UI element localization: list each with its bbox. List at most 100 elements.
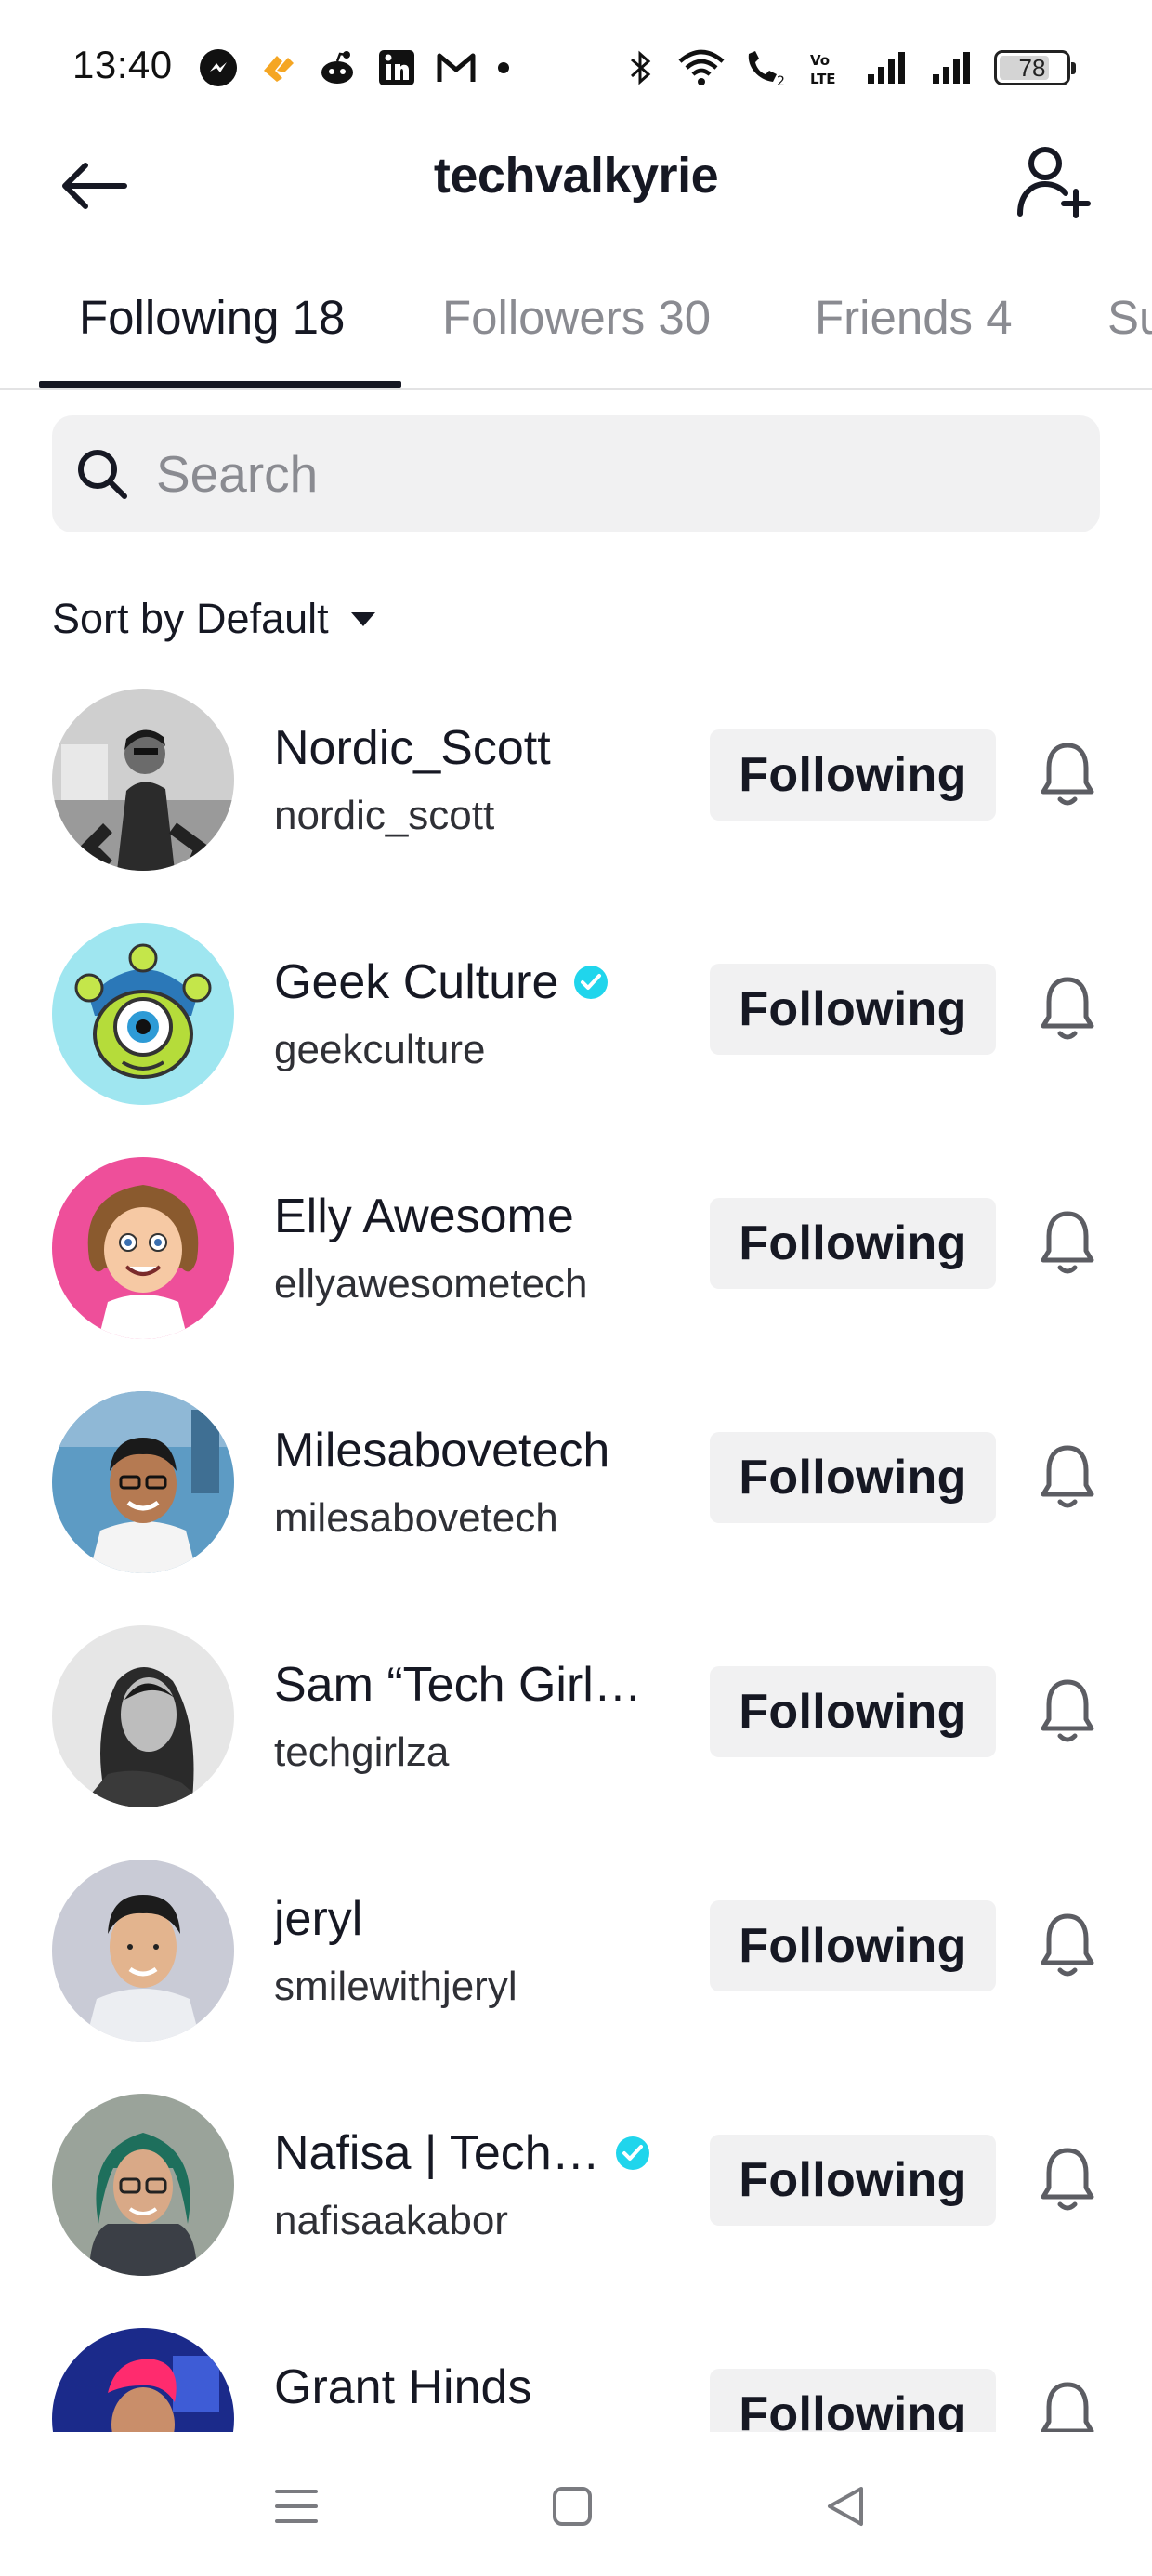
following-button[interactable]: Following [710, 2369, 996, 2432]
bell-icon [1041, 2148, 1094, 2211]
svg-text:2: 2 [777, 74, 785, 89]
list-item[interactable]: jeryl smilewithjeryl Following [0, 1854, 1152, 2088]
avatar[interactable] [52, 1860, 234, 2042]
signal-icon [929, 46, 979, 89]
username: milesabovetech [274, 1495, 558, 1541]
menu-icon [275, 2490, 318, 2523]
search-bar[interactable] [52, 415, 1100, 532]
battery-indicator: 78 [994, 50, 1076, 85]
active-tab-indicator [39, 381, 401, 388]
signal-icon [864, 46, 914, 89]
username: techgirlza [274, 1729, 450, 1775]
tab-friends[interactable]: Friends 4 [815, 290, 1013, 388]
list-item[interactable]: Grant Hinds Following [0, 2322, 1152, 2432]
display-name: Geek Culture [274, 955, 559, 1009]
tab-suggested[interactable]: Su [1107, 290, 1152, 388]
avatar[interactable] [52, 1157, 234, 1339]
list-item[interactable]: Milesabovetech milesabovetech Following [0, 1386, 1152, 1620]
list-item[interactable]: Sam “Tech Girl… techgirlza Following [0, 1620, 1152, 1854]
add-friend-button[interactable] [1003, 130, 1106, 232]
following-list: Nordic_Scott nordic_scott Following Geek… [0, 683, 1152, 2432]
search-icon [72, 444, 132, 504]
list-item[interactable]: Elly Awesome ellyawesometech Following [0, 1151, 1152, 1386]
name-line: jeryl [274, 1891, 362, 1947]
following-button[interactable]: Following [710, 964, 996, 1055]
name-line: Grant Hinds [274, 2359, 531, 2415]
caret-down-icon [350, 612, 375, 626]
avatar[interactable] [52, 689, 234, 871]
bell-icon [1041, 1913, 1094, 1977]
bell-icon [1041, 743, 1094, 806]
name-line: Milesabovetech [274, 1423, 609, 1479]
display-name: Nafisa | Tech… [274, 2126, 600, 2180]
notification-bell-button[interactable] [1028, 1203, 1107, 1283]
following-button[interactable]: Following [710, 1432, 996, 1523]
avatar[interactable] [52, 2328, 234, 2432]
notification-bell-button[interactable] [1028, 969, 1107, 1049]
list-item[interactable]: Nafisa | Tech… nafisaakabor Following [0, 2088, 1152, 2322]
back-triangle-icon [828, 2487, 863, 2526]
name-line: Sam “Tech Girl… [274, 1657, 642, 1713]
tab-following[interactable]: Following 18 [79, 290, 345, 388]
display-name: Nordic_Scott [274, 721, 551, 775]
dot-icon [494, 46, 513, 89]
linkedin-icon [375, 46, 418, 89]
bell-icon [1041, 1211, 1094, 1274]
following-button[interactable]: Following [710, 1198, 996, 1289]
following-button[interactable]: Following [710, 729, 996, 821]
recent-apps-button[interactable] [259, 2469, 334, 2543]
add-person-icon [1017, 147, 1091, 218]
display-name: Grant Hinds [274, 2360, 532, 2414]
system-back-button[interactable] [808, 2469, 883, 2543]
notification-bell-button[interactable] [1028, 735, 1107, 815]
display-name: Sam “Tech Girl… [274, 1658, 642, 1712]
name-line: Geek Culture [274, 954, 609, 1010]
notification-bell-button[interactable] [1028, 1438, 1107, 1518]
wifi-calling-icon: 2 [741, 46, 792, 89]
header: techvalkyrie [0, 130, 1152, 269]
notification-bell-button[interactable] [1028, 1906, 1107, 1986]
tab-followers[interactable]: Followers 30 [442, 290, 711, 388]
display-name: Milesabovetech [274, 1424, 610, 1478]
avatar[interactable] [52, 1391, 234, 1573]
notification-bell-button[interactable] [1028, 1672, 1107, 1752]
list-item[interactable]: Nordic_Scott nordic_scott Following [0, 683, 1152, 917]
display-name: Elly Awesome [274, 1189, 574, 1243]
home-button[interactable] [535, 2469, 609, 2543]
bell-icon [1041, 977, 1094, 1040]
svg-text:LTE: LTE [810, 71, 836, 87]
avatar[interactable] [52, 2094, 234, 2276]
display-name: jeryl [274, 1892, 363, 1946]
username: ellyawesometech [274, 1261, 588, 1307]
username: smilewithjeryl [274, 1964, 517, 2009]
list-item[interactable]: Geek Culture geekculture Following [0, 917, 1152, 1151]
gmail-icon [435, 46, 478, 89]
bell-icon [1041, 2382, 1094, 2432]
bell-icon [1041, 1445, 1094, 1508]
username: geekculture [274, 1027, 486, 1072]
sort-label: Sort by Default [52, 595, 329, 642]
search-input[interactable] [156, 444, 992, 504]
username: nordic_scott [274, 793, 495, 838]
avatar[interactable] [52, 1625, 234, 1807]
system-navigation-bar [0, 2432, 1152, 2576]
sort-dropdown[interactable]: Sort by Default [52, 595, 377, 643]
status-bar: 13:40 2 Vo LTE 78 [0, 0, 1152, 130]
messenger-icon [197, 46, 240, 89]
system-icons: 2 Vo LTE 78 [619, 46, 1076, 89]
svg-text:Vo: Vo [810, 52, 830, 69]
name-line: Nafisa | Tech… [274, 2125, 650, 2181]
reddit-icon [316, 46, 359, 89]
name-line: Elly Awesome [274, 1189, 574, 1244]
battery-level: 78 [1018, 53, 1046, 82]
notification-bell-button[interactable] [1028, 2374, 1107, 2432]
following-button[interactable]: Following [710, 1666, 996, 1757]
name-line: Nordic_Scott [274, 720, 551, 776]
notification-bell-button[interactable] [1028, 2140, 1107, 2220]
following-button[interactable]: Following [710, 1900, 996, 1991]
volte-icon: Vo LTE [806, 46, 849, 89]
following-button[interactable]: Following [710, 2135, 996, 2226]
avatar[interactable] [52, 923, 234, 1105]
username: nafisaakabor [274, 2198, 508, 2243]
verified-badge-icon [574, 966, 609, 999]
